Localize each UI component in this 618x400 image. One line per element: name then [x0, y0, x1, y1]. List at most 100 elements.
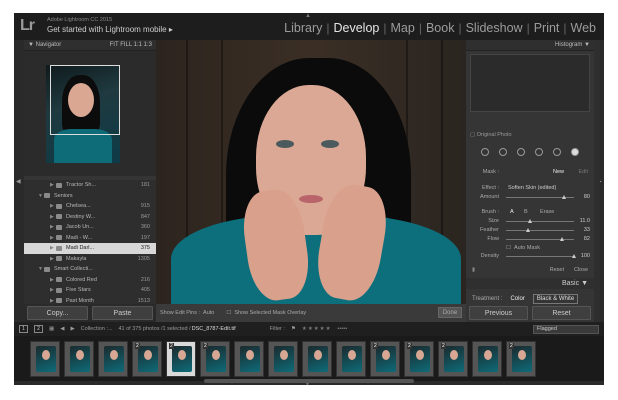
filmstrip-thumbnail[interactable]: 2 — [132, 340, 162, 377]
forward-arrow-icon[interactable]: ▶ — [70, 326, 74, 332]
flag-filter-icon[interactable]: ⚑ — [291, 326, 296, 332]
slider-knob[interactable] — [559, 236, 564, 241]
edit-pins-select[interactable]: Auto — [203, 310, 214, 316]
slider-value[interactable]: 82 — [584, 236, 590, 242]
collection-item[interactable]: ▶ Chelsea... 915 — [24, 201, 156, 212]
effect-preset[interactable]: Soften Skin (edited) — [508, 185, 556, 191]
collection-item[interactable]: ▶ Past Month 1513 — [24, 296, 156, 305]
filmstrip-thumbnail[interactable] — [302, 340, 332, 377]
histogram-header[interactable]: Histogram ▼ — [466, 40, 594, 51]
slider-track[interactable] — [506, 218, 574, 223]
filmstrip-thumbnail[interactable] — [98, 340, 128, 377]
collection-item[interactable]: ▶ Madi Darl... 375 — [24, 243, 156, 254]
treatment-bw[interactable]: Black & White — [532, 294, 579, 304]
navigator-header[interactable]: ▼ Navigator FIT FILL 1:1 1:3 — [24, 40, 156, 51]
filmstrip-thumbnail[interactable] — [64, 340, 94, 377]
filmstrip-thumbnail[interactable]: 2 — [506, 340, 536, 377]
collection-item[interactable]: ▶ Tractor Sh... 181 — [24, 180, 156, 191]
page-2-button[interactable]: 2 — [34, 325, 43, 333]
done-button[interactable]: Done — [438, 307, 462, 318]
adjustment-brush-icon[interactable] — [571, 148, 579, 156]
navigator-zoom-box[interactable] — [50, 65, 120, 135]
graduated-filter-icon[interactable] — [535, 148, 543, 156]
right-panel-scrollbar[interactable] — [594, 40, 600, 322]
filmstrip-thumbnail[interactable]: 2 — [166, 340, 196, 377]
red-eye-icon[interactable] — [517, 148, 525, 156]
collection-item[interactable]: ▶ Makayla 1305 — [24, 254, 156, 265]
collection-item[interactable]: ▶ Jacob Un... 360 — [24, 222, 156, 233]
page-1-button[interactable]: 1 — [19, 325, 28, 333]
lightroom-mobile-link[interactable]: Get started with Lightroom mobile ▸ — [47, 25, 173, 34]
brush-b[interactable]: B — [524, 209, 528, 215]
copy-button[interactable]: Copy... — [27, 306, 88, 320]
filmstrip-thumbnail[interactable] — [234, 340, 264, 377]
module-map[interactable]: Map — [387, 21, 419, 35]
collection-item[interactable]: ▼ Smart Collecti... — [24, 264, 156, 275]
amount-slider[interactable] — [506, 194, 574, 199]
reset-button[interactable]: Reset — [532, 306, 591, 320]
navigator-preview[interactable] — [24, 51, 156, 176]
crop-tool-icon[interactable] — [481, 148, 489, 156]
main-photo[interactable] — [156, 40, 466, 304]
bottom-panel-toggle-icon[interactable]: ▼ — [305, 382, 310, 385]
brush-a[interactable]: A — [510, 209, 514, 215]
slider-track[interactable] — [506, 236, 574, 241]
filmstrip-thumbnail[interactable]: 2 — [370, 340, 400, 377]
collection-item[interactable]: ▼ Seniors — [24, 191, 156, 202]
filmstrip-thumbnail[interactable] — [472, 340, 502, 377]
brush-reset[interactable]: Reset — [550, 267, 564, 273]
back-arrow-icon[interactable]: ◀ — [60, 326, 64, 332]
top-panel-toggle-icon[interactable]: ▲ — [305, 13, 311, 19]
filter-preset-select[interactable]: Flagged — [533, 324, 599, 334]
module-book[interactable]: Book — [422, 21, 459, 35]
selected-filename[interactable]: DSC_8787-Edit.tif — [192, 326, 236, 332]
density-value[interactable]: 100 — [581, 253, 590, 259]
collection-source[interactable]: Collection :... — [81, 326, 113, 332]
module-print[interactable]: Print — [530, 21, 564, 35]
brush-close[interactable]: Close — [574, 267, 588, 273]
slider-track[interactable] — [506, 227, 574, 232]
filmstrip-thumbnail[interactable]: 2 — [404, 340, 434, 377]
grid-icon[interactable]: ▦ — [49, 326, 54, 332]
filmstrip-thumbnail[interactable] — [30, 340, 60, 377]
module-slideshow[interactable]: Slideshow — [462, 21, 527, 35]
original-photo-label[interactable]: ▢ Original Photo — [470, 132, 512, 138]
filmstrip-thumbnail[interactable] — [336, 340, 366, 377]
navigator-zoom-options[interactable]: FIT FILL 1:1 1:3 — [110, 42, 152, 48]
treatment-color[interactable]: Color — [510, 296, 524, 302]
density-slider[interactable] — [506, 253, 576, 258]
slider-value[interactable]: 33 — [584, 227, 590, 233]
collection-item[interactable]: ▶ Colored Red 216 — [24, 275, 156, 286]
previous-button[interactable]: Previous — [469, 306, 528, 320]
module-web[interactable]: Web — [567, 21, 600, 35]
collection-item[interactable]: ▶ Five Stars 405 — [24, 285, 156, 296]
star-filter[interactable]: ★★★★★ — [302, 326, 332, 332]
auto-mask-checkbox[interactable]: ☐ — [506, 245, 511, 251]
density-knob[interactable] — [572, 253, 576, 258]
module-develop[interactable]: Develop — [330, 21, 384, 35]
slider-knob[interactable] — [527, 218, 532, 223]
radial-filter-icon[interactable] — [553, 148, 561, 156]
mask-overlay-checkbox[interactable]: ☐ — [226, 310, 231, 316]
module-library[interactable]: Library — [280, 21, 326, 35]
slider-value[interactable]: 11.0 — [580, 218, 590, 224]
mask-edit[interactable]: Edit — [579, 169, 588, 175]
module-picker: Library | Develop | Map | Book | Slidesh… — [280, 21, 600, 35]
collection-item[interactable]: ▶ Destiny W... 847 — [24, 212, 156, 223]
slider-knob[interactable] — [526, 227, 531, 232]
filmstrip-thumbnail[interactable] — [268, 340, 298, 377]
mask-new[interactable]: New — [553, 169, 564, 175]
paste-button[interactable]: Paste — [92, 306, 153, 320]
left-panel-toggle-icon[interactable]: ◀ — [16, 178, 21, 185]
spot-removal-icon[interactable] — [499, 148, 507, 156]
color-label-filter[interactable]: ▪▪▪▪▪ — [338, 326, 348, 332]
collection-item[interactable]: ▶ Madi - W... 197 — [24, 233, 156, 244]
brush-toggle-icon[interactable]: ▮ — [472, 267, 475, 273]
develop-toolbar: Show Edit Pins : Auto ☐ Show Selected Ma… — [156, 304, 466, 322]
filmstrip-thumbnail[interactable]: 2 — [438, 340, 468, 377]
brush-erase[interactable]: Erase — [540, 209, 554, 215]
amount-value[interactable]: 80 — [584, 194, 590, 200]
amount-knob[interactable] — [561, 194, 566, 199]
basic-header[interactable]: Basic ▼ — [466, 278, 594, 289]
filmstrip-thumbnail[interactable]: 2 — [200, 340, 230, 377]
